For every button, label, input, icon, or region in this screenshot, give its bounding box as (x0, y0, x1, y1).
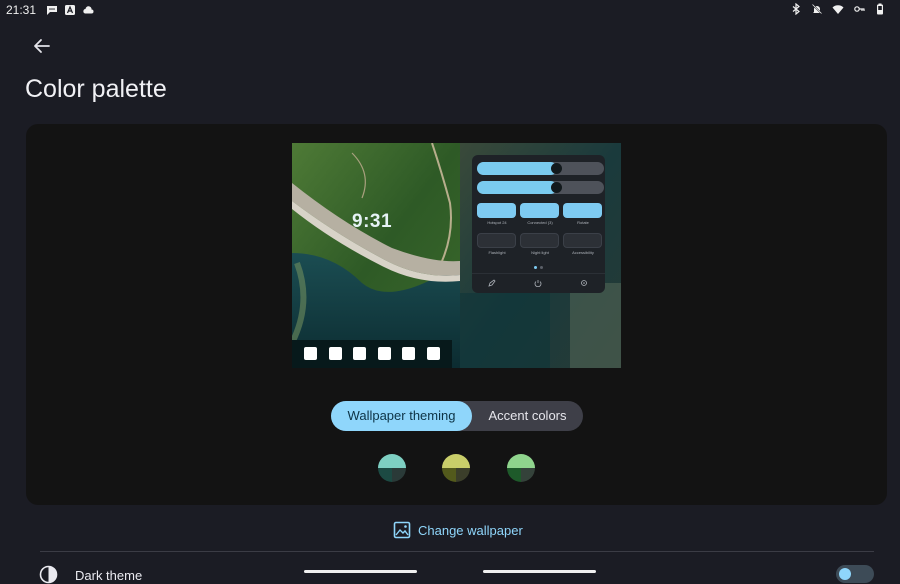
qs-tile-label: Night light (531, 250, 549, 255)
cloud-icon (83, 6, 94, 14)
quick-settings-panel: Hotspot 24 Connected (3) Rotate Flashlig… (472, 155, 605, 293)
swatch-bottom-left (442, 468, 456, 482)
contrast-icon (39, 565, 58, 584)
wallpaper-image (292, 143, 460, 368)
image-icon (393, 521, 411, 539)
dark-theme-row[interactable]: Dark theme (0, 552, 900, 584)
swatch-bottom-right (456, 468, 470, 482)
vpn-key-icon (854, 6, 865, 12)
edit-icon[interactable] (488, 279, 496, 287)
arrow-left-icon[interactable] (30, 34, 54, 58)
dock (292, 340, 452, 368)
preview-card: 9:31 Hotspot 24 Connected (3) Rotate Fla… (26, 124, 887, 505)
color-swatch-olive[interactable] (442, 454, 470, 482)
swatch-top (378, 454, 406, 468)
accent-colors-tab[interactable]: Accent colors (472, 401, 583, 431)
swatch-bottom-left (507, 468, 521, 482)
dark-theme-label: Dark theme (75, 568, 143, 583)
system-icons (790, 3, 886, 15)
bluetooth-icon (792, 3, 800, 15)
chat-bubble-icon (47, 6, 57, 15)
color-swatch-teal[interactable] (378, 454, 406, 482)
settings-icon[interactable] (580, 279, 588, 287)
page-title: Color palette (25, 75, 167, 103)
qs-tile-accessibility[interactable] (563, 233, 602, 248)
swatch-bottom-right (392, 468, 406, 482)
app-icon (402, 347, 415, 360)
qs-tile-label: Hotspot 24 (487, 220, 507, 225)
quick-settings-preview: Hotspot 24 Connected (3) Rotate Flashlig… (460, 143, 621, 368)
battery-icon (877, 3, 883, 15)
brightness-slider[interactable] (477, 162, 604, 175)
swatch-bottom-left (378, 468, 392, 482)
qs-tile-bluetooth[interactable] (520, 203, 559, 218)
dark-theme-switch[interactable] (836, 565, 874, 583)
app-icon (304, 347, 317, 360)
qs-tile-hotspot[interactable] (477, 203, 516, 218)
qs-tile-flashlight[interactable] (477, 233, 516, 248)
lock-screen-preview: 9:31 (292, 143, 460, 368)
notification-icons (46, 4, 94, 16)
qs-tile-rotate[interactable] (563, 203, 602, 218)
color-swatch-green[interactable] (507, 454, 535, 482)
gesture-handle (483, 570, 596, 573)
switch-knob (839, 568, 851, 580)
swatch-top (442, 454, 470, 468)
qs-tile-label: Flashlight (488, 250, 506, 255)
wifi-icon (832, 5, 844, 14)
page-dot (540, 266, 543, 269)
qs-tile-label: Connected (3) (527, 220, 553, 225)
volume-slider[interactable] (477, 181, 604, 194)
theme-source-toggle: Wallpaper theming Accent colors (331, 401, 583, 431)
qs-tile-label: Accessibility (572, 250, 594, 255)
app-icon (329, 347, 342, 360)
change-wallpaper-button[interactable]: Change wallpaper (393, 519, 523, 541)
font-app-icon (65, 5, 75, 15)
gesture-handle (304, 570, 417, 573)
status-time: 21:31 (6, 3, 37, 17)
qs-tile-night-light[interactable] (520, 233, 559, 248)
swatch-bottom-right (521, 468, 535, 482)
app-icon (378, 347, 391, 360)
qs-tile-label: Rotate (577, 220, 589, 225)
app-icon (353, 347, 366, 360)
wallpaper-theming-tab[interactable]: Wallpaper theming (331, 401, 472, 431)
app-icon (427, 347, 440, 360)
do-not-disturb-off-icon (811, 3, 823, 15)
page-dot-active (534, 266, 537, 269)
power-icon[interactable] (534, 279, 542, 287)
lock-clock: 9:31 (352, 211, 393, 232)
swatch-top (507, 454, 535, 468)
change-wallpaper-label: Change wallpaper (418, 522, 523, 538)
status-bar: 21:31 (0, 0, 900, 20)
